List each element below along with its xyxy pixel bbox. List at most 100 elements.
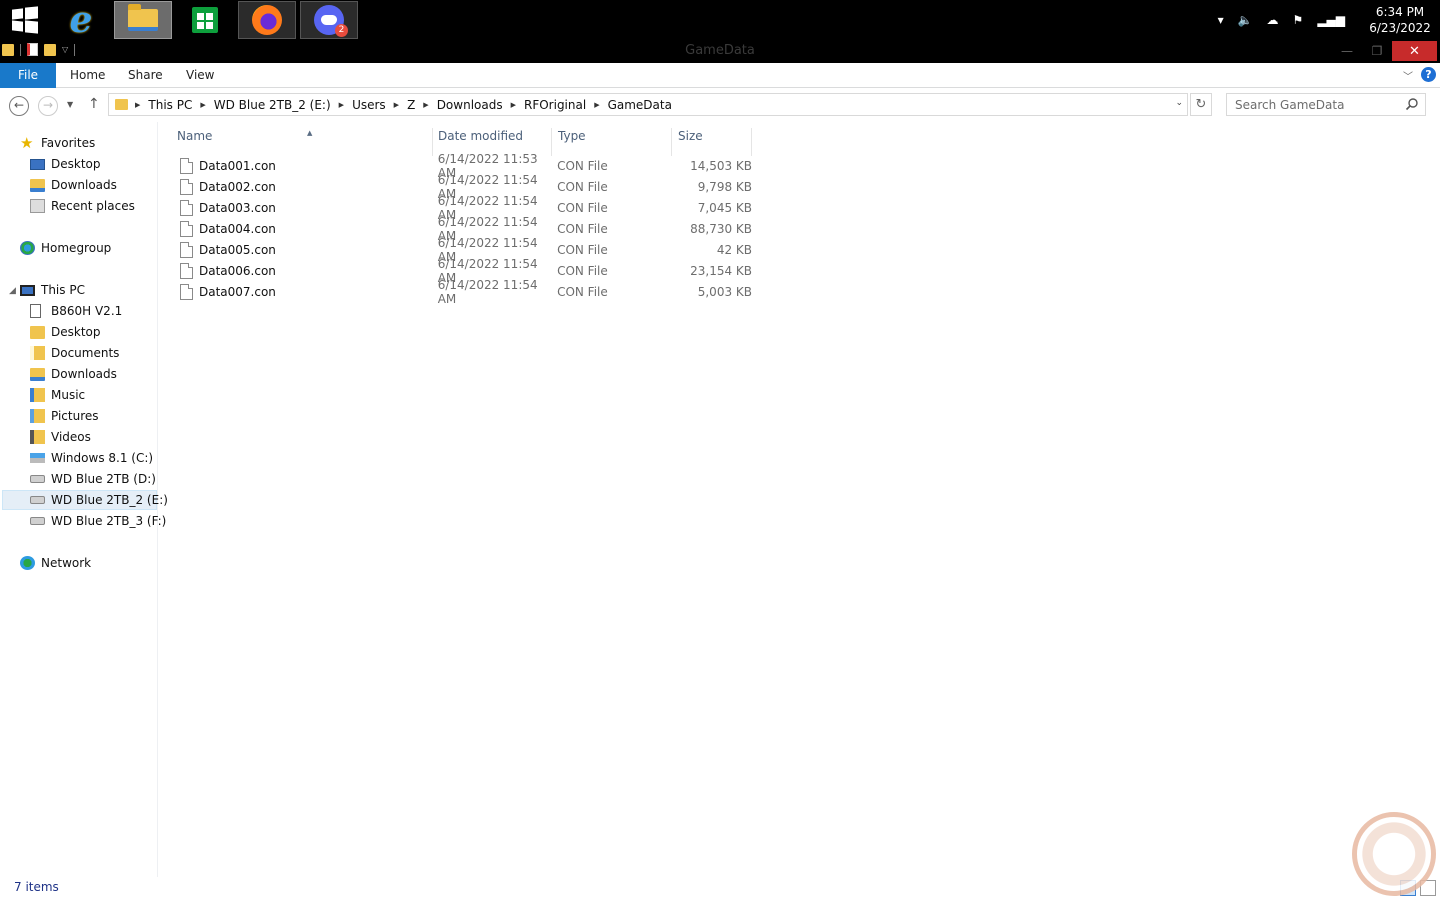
network-icon xyxy=(20,556,35,570)
breadcrumb-drive[interactable]: WD Blue 2TB_2 (E:) xyxy=(209,98,336,112)
nav-drive-e[interactable]: WD Blue 2TB_2 (E:) xyxy=(2,490,168,510)
desktop-icon xyxy=(30,158,45,170)
breadcrumb-this-pc[interactable]: This PC xyxy=(143,98,197,112)
breadcrumb-downloads[interactable]: Downloads xyxy=(432,98,508,112)
nav-favorites-desktop[interactable]: Desktop xyxy=(30,154,101,174)
address-bar[interactable]: ▶ This PC ▶ WD Blue 2TB_2 (E:) ▶ Users ▶… xyxy=(108,93,1188,116)
breadcrumb-users[interactable]: Users xyxy=(347,98,391,112)
tab-file[interactable]: File xyxy=(0,63,56,88)
column-header-size[interactable]: Size xyxy=(672,128,752,156)
search-box xyxy=(1226,93,1426,116)
store-icon xyxy=(192,7,218,33)
nav-drive-f[interactable]: WD Blue 2TB_3 (F:) xyxy=(30,511,166,531)
breadcrumb-gamedata[interactable]: GameData xyxy=(603,98,677,112)
file-icon xyxy=(180,283,193,300)
file-size: 9,798 KB xyxy=(697,179,753,194)
firefox-icon xyxy=(252,5,282,35)
videos-folder-icon xyxy=(30,430,45,444)
downloads-folder-icon xyxy=(30,178,45,192)
breadcrumb-rforiginal[interactable]: RFOriginal xyxy=(519,98,591,112)
internet-explorer-icon: e xyxy=(69,0,93,41)
column-header-type[interactable]: Type xyxy=(552,128,672,156)
search-input[interactable] xyxy=(1227,94,1397,115)
taskbar-app-firefox[interactable] xyxy=(238,1,296,39)
file-icon xyxy=(180,157,193,174)
homegroup-icon xyxy=(20,241,35,255)
collapse-caret-icon[interactable]: ◢ xyxy=(9,286,16,296)
taskbar-app-store[interactable] xyxy=(176,1,234,39)
pictures-folder-icon xyxy=(30,409,45,423)
file-type: CON File xyxy=(557,158,608,173)
nav-recent-places[interactable]: Recent places xyxy=(30,196,135,216)
maximize-button[interactable]: ❐ xyxy=(1364,41,1390,61)
window-title-bar: ▽ GameData — ❐ ✕ xyxy=(0,40,1440,63)
nav-downloads[interactable]: Downloads xyxy=(30,364,117,384)
taskbar-app-discord[interactable]: 2 xyxy=(300,1,358,39)
notification-badge: 2 xyxy=(335,24,348,37)
watermark-logo xyxy=(1352,812,1436,896)
file-icon xyxy=(180,178,193,195)
status-bar: 7 items xyxy=(0,877,1440,900)
taskbar-app-internet-explorer[interactable]: e xyxy=(52,1,110,39)
chevron-right-icon[interactable]: ▶ xyxy=(591,101,602,109)
help-icon[interactable]: ? xyxy=(1421,67,1436,82)
file-size: 42 KB xyxy=(716,242,753,257)
back-button[interactable]: ← xyxy=(9,96,29,116)
breadcrumb-z[interactable]: Z xyxy=(402,98,420,112)
nav-favorites[interactable]: ★ Favorites xyxy=(20,133,95,153)
search-icon[interactable] xyxy=(1405,97,1419,111)
item-count: 7 items xyxy=(14,880,59,894)
start-button[interactable] xyxy=(4,2,46,38)
chevron-right-icon[interactable]: ▶ xyxy=(132,101,143,109)
nav-music[interactable]: Music xyxy=(30,385,85,405)
chevron-right-icon[interactable]: ▶ xyxy=(508,101,519,109)
file-row[interactable]: Data007.con 6/14/2022 11:54 AM CON File … xyxy=(176,278,752,306)
forward-button[interactable]: → xyxy=(38,96,58,116)
minimize-button[interactable]: — xyxy=(1334,41,1360,61)
file-name: Data005.con xyxy=(199,242,276,257)
expand-ribbon-icon[interactable]: ﹀ xyxy=(1403,68,1413,83)
up-button[interactable]: ↑ xyxy=(88,96,100,112)
tab-view[interactable]: View xyxy=(186,63,214,88)
chevron-down-icon[interactable]: ⌄ xyxy=(1175,98,1183,108)
file-type: CON File xyxy=(557,200,608,215)
nav-pictures[interactable]: Pictures xyxy=(30,406,99,426)
tab-share[interactable]: Share xyxy=(128,63,163,88)
action-center-flag-icon[interactable]: ⚑ xyxy=(1293,13,1304,27)
window-title: GameData xyxy=(685,43,755,58)
chevron-right-icon[interactable]: ▶ xyxy=(420,101,431,109)
file-size: 7,045 KB xyxy=(697,200,753,215)
nav-videos[interactable]: Videos xyxy=(30,427,91,447)
chevron-right-icon[interactable]: ▶ xyxy=(336,101,347,109)
arrow-right-icon: → xyxy=(42,98,54,112)
volume-icon[interactable]: 🔈 xyxy=(1238,13,1253,27)
nav-documents[interactable]: Documents xyxy=(30,343,119,363)
network-signal-icon[interactable]: ▂▄▆ xyxy=(1317,13,1345,27)
file-type: CON File xyxy=(557,221,608,236)
column-header-name[interactable]: ▲ Name xyxy=(171,128,433,156)
tab-home[interactable]: Home xyxy=(70,63,105,88)
file-icon xyxy=(180,241,193,258)
refresh-button[interactable]: ↻ xyxy=(1190,93,1212,116)
nav-drive-c[interactable]: Windows 8.1 (C:) xyxy=(30,448,153,468)
nav-network[interactable]: Network xyxy=(20,553,91,573)
nav-drive-d[interactable]: WD Blue 2TB (D:) xyxy=(30,469,156,489)
nav-device-b860h[interactable]: B860H V2.1 xyxy=(30,301,122,321)
discord-icon: 2 xyxy=(314,5,348,37)
chevron-right-icon[interactable]: ▶ xyxy=(391,101,402,109)
show-hidden-icons-icon[interactable]: ▾ xyxy=(1218,13,1224,27)
file-icon xyxy=(180,262,193,279)
nav-desktop[interactable]: Desktop xyxy=(30,322,101,342)
onedrive-icon[interactable]: ☁ xyxy=(1267,13,1279,27)
documents-folder-icon xyxy=(30,346,45,360)
chevron-right-icon[interactable]: ▶ xyxy=(197,101,208,109)
file-icon xyxy=(180,199,193,216)
close-button[interactable]: ✕ xyxy=(1392,41,1437,61)
nav-favorites-downloads[interactable]: Downloads xyxy=(30,175,117,195)
taskbar-app-file-explorer[interactable] xyxy=(114,1,172,39)
nav-homegroup[interactable]: Homegroup xyxy=(20,238,111,258)
recent-locations-icon[interactable]: ▼ xyxy=(67,100,73,109)
nav-this-pc[interactable]: This PC xyxy=(20,280,85,300)
file-name: Data001.con xyxy=(199,158,276,173)
clock[interactable]: 6:34 PM 6/23/2022 xyxy=(1360,4,1440,36)
